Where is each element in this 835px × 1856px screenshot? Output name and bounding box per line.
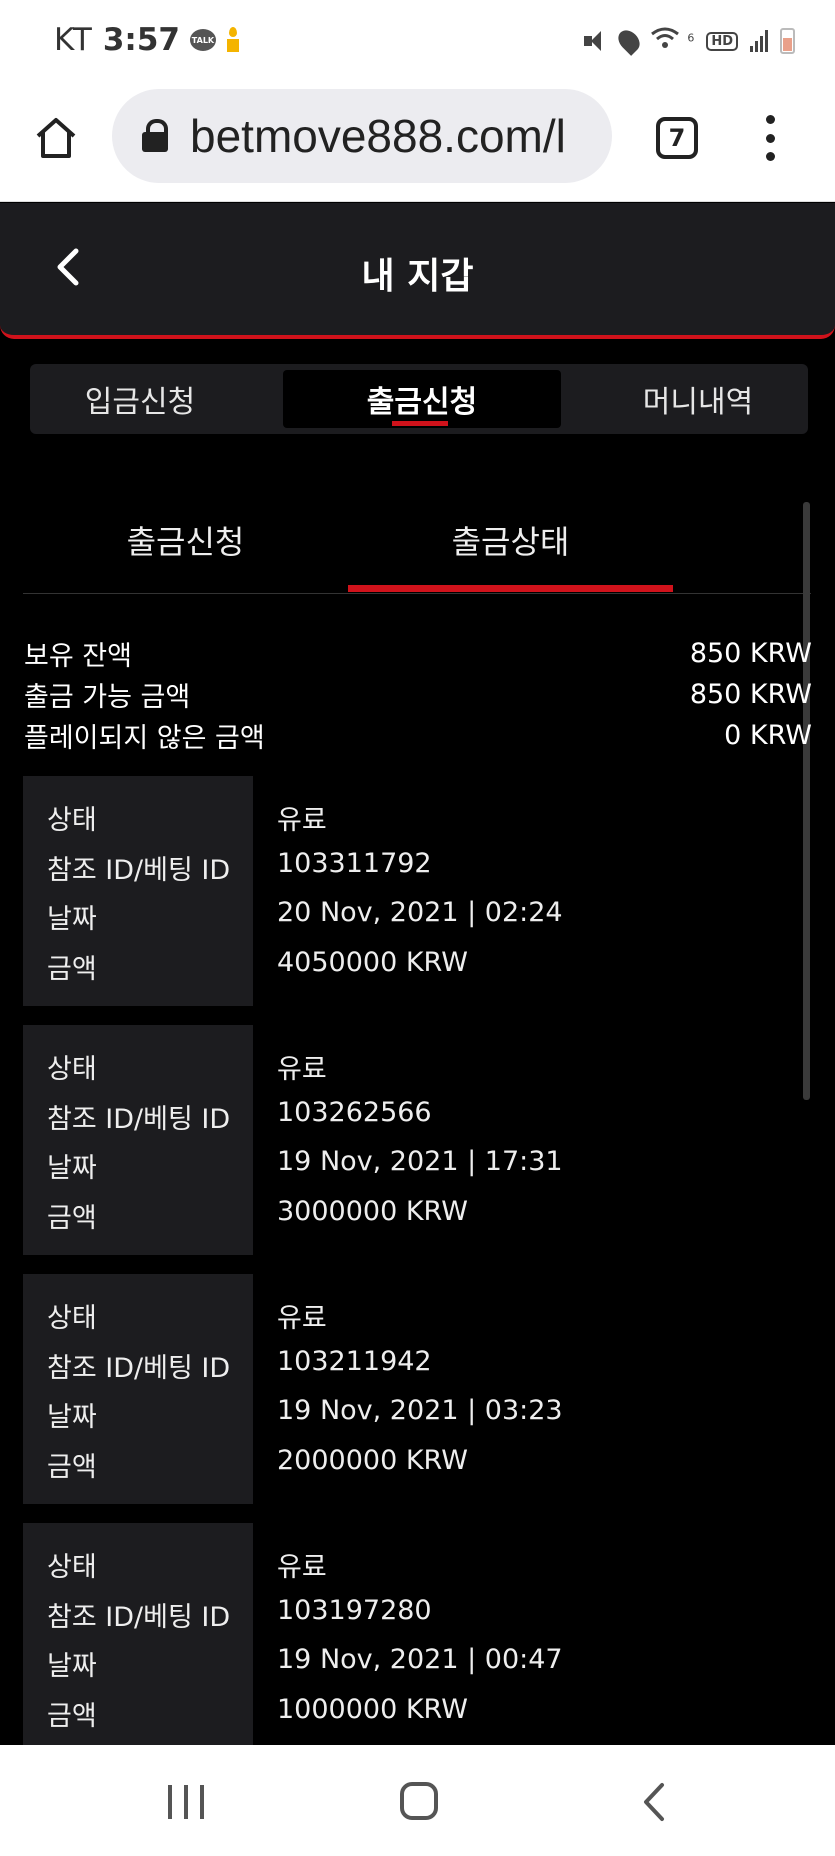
battery-icon <box>780 28 795 54</box>
ref-value: 103197280 <box>277 1594 432 1626</box>
amount-value: 4050000 KRW <box>277 946 468 978</box>
page-title: 내 지갑 <box>361 256 474 297</box>
date-value: 19 Nov, 2021 | 17:31 <box>277 1146 563 1177</box>
withdrawal-record: 상태 참조 ID/베팅 ID 날짜 금액 유료 103197280 19 Nov… <box>23 1523 811 1745</box>
browser-home-button[interactable] <box>32 114 80 162</box>
tab-withdraw[interactable]: 출금신청 <box>283 370 561 428</box>
amount-value: 2000000 KRW <box>277 1444 468 1476</box>
ref-label: 참조 ID/베팅 ID <box>47 1103 231 1135</box>
balance-value: 850 KRW <box>689 679 812 710</box>
balance-row: 플레이되지 않은 금액 0 KRW <box>24 715 812 756</box>
status-value: 유료 <box>277 1054 327 1085</box>
balance-value: 0 KRW <box>724 720 812 751</box>
signal-icon <box>750 30 768 52</box>
balance-value: 850 KRW <box>689 638 812 669</box>
date-value: 20 Nov, 2021 | 02:24 <box>277 897 563 928</box>
status-value: 유료 <box>277 1552 327 1583</box>
system-back-button[interactable] <box>636 1781 676 1823</box>
url-text: betmove888.com/l <box>190 110 566 162</box>
date-value: 19 Nov, 2021 | 03:23 <box>277 1395 563 1426</box>
ref-value: 103211942 <box>277 1345 432 1377</box>
withdrawal-record: 상태 참조 ID/베팅 ID 날짜 금액 유료 103211942 19 Nov… <box>23 1274 811 1504</box>
record-labels: 상태 참조 ID/베팅 ID 날짜 금액 <box>23 1274 253 1504</box>
browser-menu-button[interactable] <box>763 115 777 161</box>
talk-icon: TALK <box>189 29 216 51</box>
record-values: 유료 103211942 19 Nov, 2021 | 03:23 200000… <box>277 1274 563 1494</box>
record-labels: 상태 참조 ID/베팅 ID 날짜 금액 <box>23 1025 253 1255</box>
date-value: 19 Nov, 2021 | 00:47 <box>277 1644 563 1675</box>
withdrawal-record: 상태 참조 ID/베팅 ID 날짜 금액 유료 103262566 19 Nov… <box>23 1025 811 1255</box>
record-values: 유료 103262566 19 Nov, 2021 | 17:31 300000… <box>277 1025 563 1245</box>
status-value: 유료 <box>277 1303 327 1334</box>
amount-label: 금액 <box>47 1451 97 1483</box>
system-home-button[interactable] <box>400 1782 438 1820</box>
tab-deposit[interactable]: 입금신청 <box>30 370 250 428</box>
dot-icon <box>765 115 775 124</box>
record-labels: 상태 참조 ID/베팅 ID 날짜 금액 <box>23 776 253 1006</box>
wallet-tabs: 입금신청 출금신청 머니내역 <box>30 364 808 434</box>
clock: 3:57 <box>102 22 180 58</box>
date-label: 날짜 <box>47 1402 97 1433</box>
status-value: 유료 <box>277 805 327 836</box>
record-values: 유료 103197280 19 Nov, 2021 | 00:47 100000… <box>277 1523 563 1743</box>
address-bar[interactable]: betmove888.com/l <box>112 89 612 183</box>
ref-label: 참조 ID/베팅 ID <box>47 854 231 886</box>
chevron-left-icon <box>644 1783 664 1821</box>
withdrawal-record: 상태 참조 ID/베팅 ID 날짜 금액 유료 103311792 20 Nov… <box>23 776 811 1006</box>
bar-icon <box>200 1785 204 1819</box>
date-label: 날짜 <box>47 1651 97 1682</box>
status-left: KT 3:57 TALK <box>54 22 240 58</box>
withdraw-subtabs: 출금신청 출금상태 <box>23 490 811 594</box>
date-label: 날짜 <box>47 904 97 935</box>
wifi-gen-label: 6 <box>687 31 695 45</box>
recents-button[interactable] <box>168 1785 204 1819</box>
tab-money-history[interactable]: 머니내역 <box>588 370 808 428</box>
balance-label: 보유 잔액 <box>24 641 132 672</box>
record-labels: 상태 참조 ID/베팅 ID 날짜 금액 <box>23 1523 253 1745</box>
balance-summary: 보유 잔액 850 KRW 출금 가능 금액 850 KRW 플레이되지 않은 … <box>24 633 812 756</box>
bar-icon <box>184 1785 188 1819</box>
date-label: 날짜 <box>47 1153 97 1184</box>
balance-label: 플레이되지 않은 금액 <box>24 723 265 754</box>
amount-value: 1000000 KRW <box>277 1693 468 1725</box>
ref-value: 103262566 <box>277 1096 432 1128</box>
home-icon <box>36 118 76 158</box>
app-header: 내 지갑 <box>0 203 835 339</box>
bar-icon <box>168 1785 172 1819</box>
ref-value: 103311792 <box>277 847 432 879</box>
balance-row: 보유 잔액 850 KRW <box>24 633 812 674</box>
balance-row: 출금 가능 금액 850 KRW <box>24 674 812 715</box>
hd-icon: HD <box>706 31 738 51</box>
status-label: 상태 <box>47 1552 97 1583</box>
status-label: 상태 <box>47 805 97 836</box>
ref-label: 참조 ID/베팅 ID <box>47 1601 231 1633</box>
lock-icon <box>142 119 168 153</box>
amount-label: 금액 <box>47 953 97 985</box>
candle-icon <box>226 27 240 53</box>
subtab-withdraw-request[interactable]: 출금신청 <box>23 490 348 590</box>
location-icon <box>614 26 645 56</box>
status-label: 상태 <box>47 1054 97 1085</box>
status-label: 상태 <box>47 1303 97 1334</box>
dot-icon <box>765 152 775 161</box>
status-bar: KT 3:57 TALK 6 HD <box>0 0 835 84</box>
status-right: 6 HD <box>582 26 795 56</box>
amount-value: 3000000 KRW <box>277 1195 468 1227</box>
mute-icon <box>582 28 608 54</box>
dot-icon <box>765 133 775 143</box>
amount-label: 금액 <box>47 1202 97 1234</box>
tab-switcher-button[interactable]: 7 <box>656 117 698 159</box>
system-nav-bar <box>0 1745 835 1856</box>
subtab-withdraw-status[interactable]: 출금상태 <box>348 490 673 592</box>
amount-label: 금액 <box>47 1700 97 1732</box>
record-values: 유료 103311792 20 Nov, 2021 | 02:24 405000… <box>277 776 563 996</box>
wifi-icon: 6 <box>650 26 694 56</box>
balance-label: 출금 가능 금액 <box>24 682 191 713</box>
carrier-label: KT <box>54 22 93 58</box>
browser-toolbar: betmove888.com/l 7 <box>0 84 835 202</box>
ref-label: 참조 ID/베팅 ID <box>47 1352 231 1384</box>
